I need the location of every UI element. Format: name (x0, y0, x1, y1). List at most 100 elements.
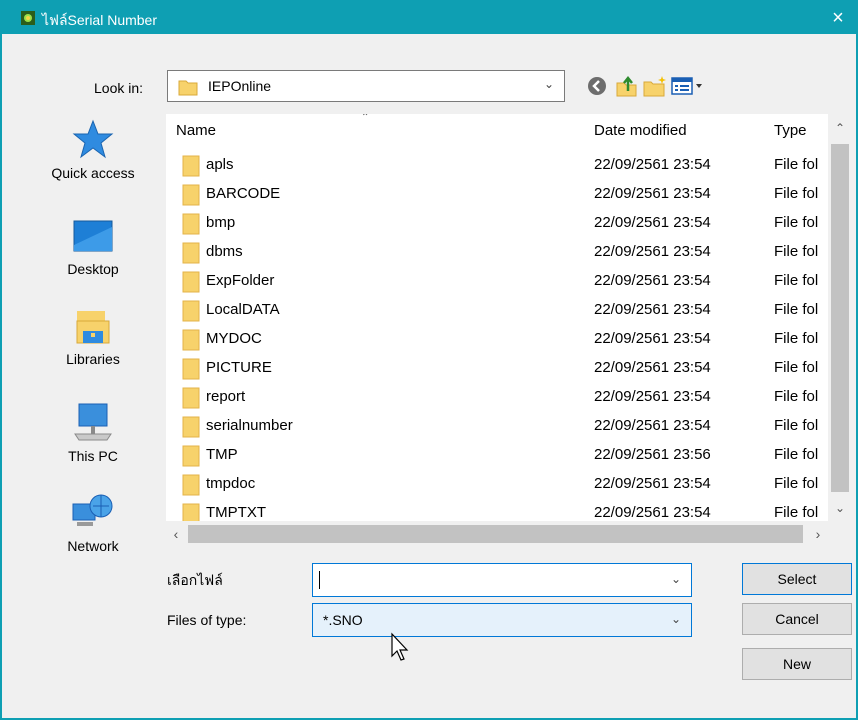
file-date: 22/09/2561 23:54 (594, 475, 711, 492)
place-label: Desktop (67, 261, 119, 277)
folder-icon (182, 300, 200, 322)
file-date: 22/09/2561 23:54 (594, 417, 711, 434)
file-date: 22/09/2561 23:54 (594, 272, 711, 289)
scroll-up-icon[interactable]: ⌃ (828, 116, 852, 140)
table-row[interactable]: MYDOC 22/09/2561 23:54 File fol (166, 325, 828, 354)
title-bar[interactable]: ไฟล์Serial Number × (2, 2, 856, 34)
file-type-label: Files of type: (167, 612, 247, 628)
column-header-type[interactable]: Type (774, 114, 828, 148)
table-row[interactable]: ExpFolder 22/09/2561 23:54 File fol (166, 267, 828, 296)
scroll-right-icon[interactable]: › (808, 521, 828, 547)
scroll-thumb[interactable] (831, 144, 849, 492)
vertical-scrollbar[interactable]: ⌃ ⌄ (828, 114, 852, 521)
view-menu-icon[interactable] (670, 74, 706, 98)
file-date: 22/09/2561 23:54 (594, 301, 711, 318)
folder-icon (178, 80, 198, 96)
scroll-down-icon[interactable]: ⌄ (828, 496, 852, 520)
folder-icon (182, 387, 200, 409)
window-title: ไฟล์Serial Number (42, 12, 158, 28)
table-row[interactable]: BARCODE 22/09/2561 23:54 File fol (166, 180, 828, 209)
place-libraries[interactable]: Libraries (28, 307, 158, 367)
file-name: TMPTXT (206, 504, 266, 521)
cancel-button[interactable]: Cancel (742, 603, 852, 635)
table-row[interactable]: TMP 22/09/2561 23:56 File fol (166, 441, 828, 470)
file-name: BARCODE (206, 185, 281, 202)
file-type-value: *.SNO (323, 612, 363, 628)
file-name: serialnumber (206, 417, 293, 434)
place-quick-access[interactable]: Quick access (28, 117, 158, 181)
new-folder-icon[interactable] (642, 74, 668, 98)
scroll-corner (828, 521, 852, 547)
network-icon (72, 494, 113, 526)
file-type: File fol (774, 330, 819, 347)
file-date: 22/09/2561 23:56 (594, 446, 711, 463)
file-name-label: เลือกไฟล์ (167, 572, 223, 588)
file-name: LocalDATA (206, 301, 280, 318)
file-type: File fol (774, 156, 819, 173)
star-icon (72, 119, 114, 159)
file-type: File fol (774, 504, 819, 521)
file-type: File fol (774, 185, 819, 202)
folder-icon (182, 213, 200, 235)
file-date: 22/09/2561 23:54 (594, 359, 711, 376)
file-date: 22/09/2561 23:54 (594, 185, 711, 202)
file-name: bmp (206, 214, 236, 231)
look-in-value: IEPOnline (208, 78, 272, 94)
file-name: ExpFolder (206, 272, 275, 289)
table-row[interactable]: TMPTXT 22/09/2561 23:54 File fol (166, 499, 828, 521)
file-name: TMP (206, 446, 238, 463)
app-icon (21, 11, 35, 25)
place-desktop[interactable]: Desktop (28, 217, 158, 277)
table-row[interactable]: bmp 22/09/2561 23:54 File fol (166, 209, 828, 238)
computer-icon (74, 403, 112, 441)
file-date: 22/09/2561 23:54 (594, 214, 711, 231)
table-row[interactable]: PICTURE 22/09/2561 23:54 File fol (166, 354, 828, 383)
table-row[interactable]: apls 22/09/2561 23:54 File fol (166, 151, 828, 180)
scroll-left-icon[interactable]: ‹ (166, 521, 186, 547)
place-label: This PC (68, 448, 118, 464)
file-type: File fol (774, 272, 819, 289)
horizontal-scrollbar[interactable]: ‹ › (166, 521, 828, 547)
file-date: 22/09/2561 23:54 (594, 243, 711, 260)
folder-icon (182, 503, 200, 521)
file-date: 22/09/2561 23:54 (594, 504, 711, 521)
close-button[interactable]: × (824, 4, 852, 32)
table-row[interactable]: tmpdoc 22/09/2561 23:54 File fol (166, 470, 828, 499)
file-type: File fol (774, 388, 819, 405)
chevron-down-icon[interactable]: ⌄ (671, 572, 681, 586)
folder-icon (182, 474, 200, 496)
file-name-input[interactable]: ⌄ (312, 563, 692, 597)
file-name: report (206, 388, 246, 405)
new-button[interactable]: New (742, 648, 852, 680)
column-header-name[interactable]: Name (176, 114, 576, 148)
file-name: MYDOC (206, 330, 262, 347)
table-row[interactable]: report 22/09/2561 23:54 File fol (166, 383, 828, 412)
chevron-down-icon[interactable]: ⌄ (544, 77, 554, 91)
scroll-thumb[interactable] (188, 525, 803, 543)
file-type: File fol (774, 359, 819, 376)
chevron-down-icon[interactable]: ⌄ (671, 612, 681, 626)
file-name: PICTURE (206, 359, 272, 376)
table-row[interactable]: LocalDATA 22/09/2561 23:54 File fol (166, 296, 828, 325)
table-row[interactable]: serialnumber 22/09/2561 23:54 File fol (166, 412, 828, 441)
look-in-combo[interactable]: IEPOnline ⌄ (167, 70, 565, 102)
file-date: 22/09/2561 23:54 (594, 330, 711, 347)
table-row[interactable]: dbms 22/09/2561 23:54 File fol (166, 238, 828, 267)
place-network[interactable]: Network (28, 490, 158, 554)
folder-icon (182, 445, 200, 467)
back-icon[interactable] (585, 74, 611, 98)
file-name: dbms (206, 243, 243, 260)
select-button[interactable]: Select (742, 563, 852, 595)
file-date: 22/09/2561 23:54 (594, 156, 711, 173)
file-dialog: ไฟล์Serial Number × Look in: IEPOnline ⌄ (0, 0, 858, 720)
file-type: File fol (774, 446, 819, 463)
file-list[interactable]: ⌃ Name Date modified Type apls 22/09/256… (166, 114, 828, 521)
text-caret (319, 571, 320, 589)
file-type-select[interactable]: *.SNO ⌄ (312, 603, 692, 637)
place-this-pc[interactable]: This PC (28, 400, 158, 464)
up-folder-icon[interactable] (614, 74, 640, 98)
folder-icon (182, 184, 200, 206)
place-label: Libraries (66, 351, 120, 367)
file-type: File fol (774, 475, 819, 492)
column-header-date[interactable]: Date modified (594, 114, 764, 148)
